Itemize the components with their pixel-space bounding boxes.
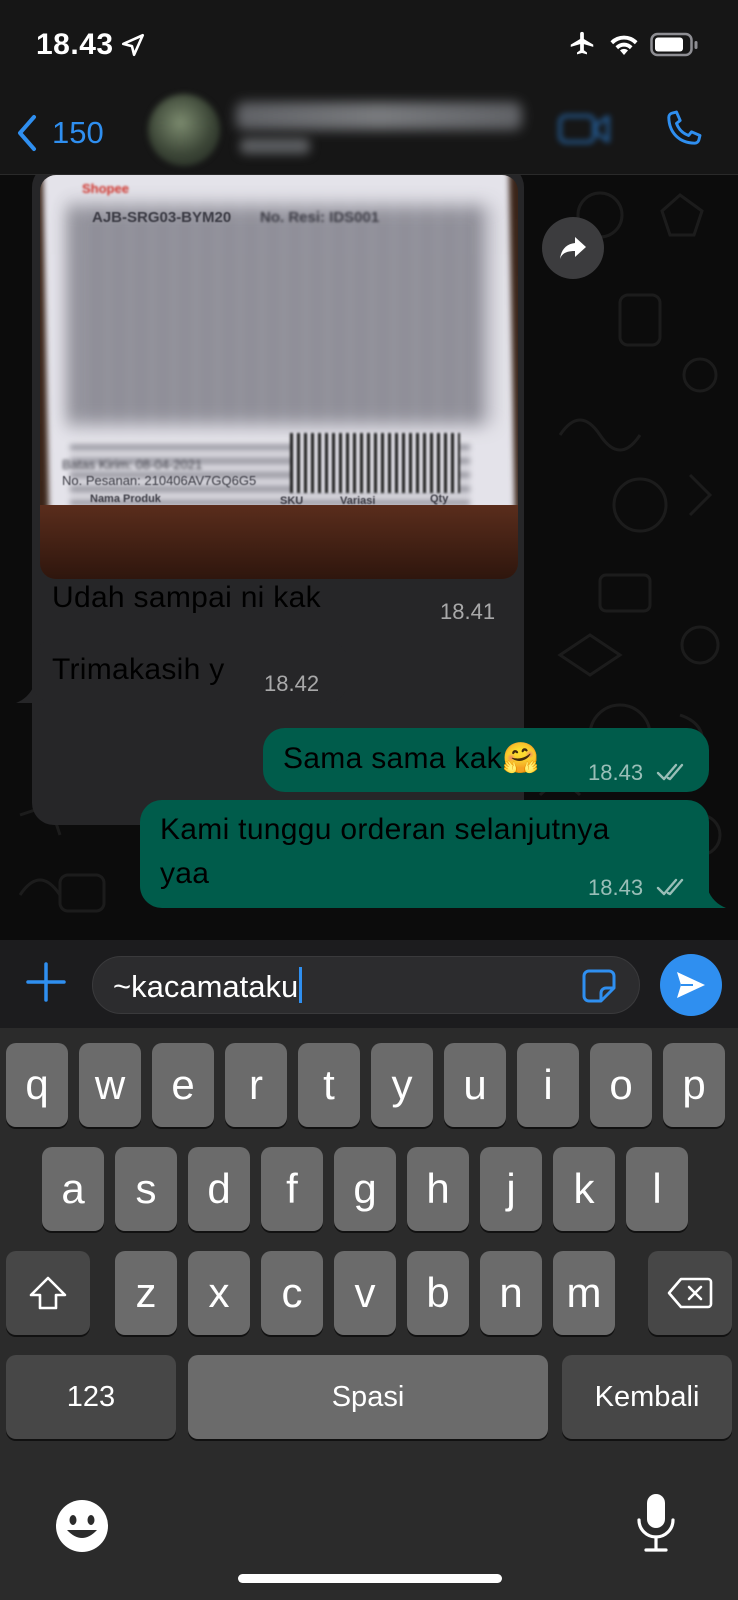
back-count: 150 bbox=[52, 115, 104, 150]
photo-pesanan-text: No. Pesanan: 210406AV7GQ6G5 bbox=[62, 473, 257, 488]
key-g[interactable]: g bbox=[334, 1147, 396, 1231]
message-time: 18.42 bbox=[264, 671, 320, 696]
message-time: 18.43 bbox=[588, 760, 644, 785]
backspace-icon bbox=[667, 1277, 713, 1309]
video-call-icon[interactable] bbox=[558, 108, 610, 150]
key-v[interactable]: v bbox=[334, 1251, 396, 1335]
home-indicator[interactable] bbox=[238, 1574, 502, 1583]
forward-icon bbox=[560, 237, 586, 259]
bubble-tail bbox=[700, 882, 726, 908]
shift-key[interactable] bbox=[6, 1251, 90, 1335]
message-time: 18.41 bbox=[440, 599, 496, 624]
photo-col-qty: Qty bbox=[430, 493, 449, 505]
photo-resi-text: No. Resi: IDS001 bbox=[260, 209, 380, 226]
microphone-icon[interactable] bbox=[634, 1492, 678, 1554]
key-p[interactable]: p bbox=[663, 1043, 725, 1127]
key-f[interactable]: f bbox=[261, 1147, 323, 1231]
location-arrow-icon bbox=[121, 33, 145, 57]
key-t[interactable]: t bbox=[298, 1043, 360, 1127]
key-a[interactable]: a bbox=[42, 1147, 104, 1231]
message-text: Sama sama kak🤗 bbox=[283, 742, 540, 775]
contact-name[interactable] bbox=[236, 102, 522, 130]
key-o[interactable]: o bbox=[590, 1043, 652, 1127]
key-s[interactable]: s bbox=[115, 1147, 177, 1231]
photo-batas-text: Batas Kirim: 08-04-2021 bbox=[62, 457, 203, 472]
key-b[interactable]: b bbox=[407, 1251, 469, 1335]
message-time: 18.43 bbox=[588, 875, 644, 900]
key-z[interactable]: z bbox=[115, 1251, 177, 1335]
chevron-left-icon bbox=[18, 115, 36, 151]
key-x[interactable]: x bbox=[188, 1251, 250, 1335]
message-composer: ~kacamataku bbox=[0, 940, 738, 1028]
emoji-icon[interactable] bbox=[54, 1498, 110, 1554]
avatar[interactable] bbox=[148, 94, 220, 166]
key-h[interactable]: h bbox=[407, 1147, 469, 1231]
wifi-icon bbox=[610, 35, 638, 55]
airplane-icon bbox=[570, 31, 594, 55]
backspace-key[interactable] bbox=[648, 1251, 732, 1335]
key-k[interactable]: k bbox=[553, 1147, 615, 1231]
back-button[interactable]: 150 bbox=[16, 108, 104, 158]
plus-icon[interactable] bbox=[24, 960, 68, 1004]
key-m[interactable]: m bbox=[553, 1251, 615, 1335]
send-icon bbox=[677, 972, 705, 998]
forward-button[interactable] bbox=[542, 217, 604, 279]
shift-icon bbox=[29, 1276, 67, 1310]
numbers-key[interactable]: 123 bbox=[6, 1355, 176, 1439]
key-l[interactable]: l bbox=[626, 1147, 688, 1231]
message-input[interactable]: ~kacamataku bbox=[92, 956, 640, 1014]
battery-icon bbox=[650, 32, 698, 57]
key-e[interactable]: e bbox=[152, 1043, 214, 1127]
keyboard: q w e r t y u i o p a s d f g h j k l z … bbox=[0, 1028, 738, 1600]
return-key[interactable]: Kembali bbox=[562, 1355, 732, 1439]
key-w[interactable]: w bbox=[79, 1043, 141, 1127]
key-j[interactable]: j bbox=[480, 1147, 542, 1231]
read-checkmarks-icon bbox=[656, 763, 684, 781]
message-input-value: ~kacamataku bbox=[113, 969, 299, 1004]
phone-icon[interactable] bbox=[660, 108, 704, 152]
key-n[interactable]: n bbox=[480, 1251, 542, 1335]
key-d[interactable]: d bbox=[188, 1147, 250, 1231]
contact-status bbox=[240, 138, 310, 154]
photo-code-text: AJB-SRG03-BYM20 bbox=[92, 209, 232, 226]
photo-col-produk: Nama Produk bbox=[90, 493, 161, 505]
message-text: Trimakasih y bbox=[52, 653, 225, 686]
key-r[interactable]: r bbox=[225, 1043, 287, 1127]
key-u[interactable]: u bbox=[444, 1043, 506, 1127]
space-key[interactable]: Spasi bbox=[188, 1355, 548, 1439]
message-text-line2: yaa bbox=[160, 857, 210, 890]
status-bar: 18.43 bbox=[0, 0, 738, 90]
message-text-line1: Kami tunggu orderan selanjutnya bbox=[160, 813, 610, 846]
read-checkmarks-icon bbox=[656, 878, 684, 896]
sticker-icon[interactable] bbox=[581, 968, 617, 1004]
key-q[interactable]: q bbox=[6, 1043, 68, 1127]
shipping-label-photo[interactable]: Shopee AJB-SRG03-BYM20 No. Resi: IDS001 … bbox=[40, 175, 518, 579]
send-button[interactable] bbox=[660, 954, 722, 1016]
photo-shop-text: Shopee bbox=[82, 181, 129, 196]
status-time: 18.43 bbox=[36, 28, 114, 61]
photo-col-variasi: Variasi bbox=[340, 495, 376, 507]
key-c[interactable]: c bbox=[261, 1251, 323, 1335]
chat-area[interactable]: Shopee AJB-SRG03-BYM20 No. Resi: IDS001 … bbox=[0, 175, 738, 940]
key-y[interactable]: y bbox=[371, 1043, 433, 1127]
photo-col-sku: SKU bbox=[280, 495, 304, 507]
image-caption: Udah sampai ni kak bbox=[52, 581, 321, 614]
text-caret bbox=[299, 967, 303, 1003]
key-i[interactable]: i bbox=[517, 1043, 579, 1127]
chat-header: 150 bbox=[0, 90, 738, 175]
